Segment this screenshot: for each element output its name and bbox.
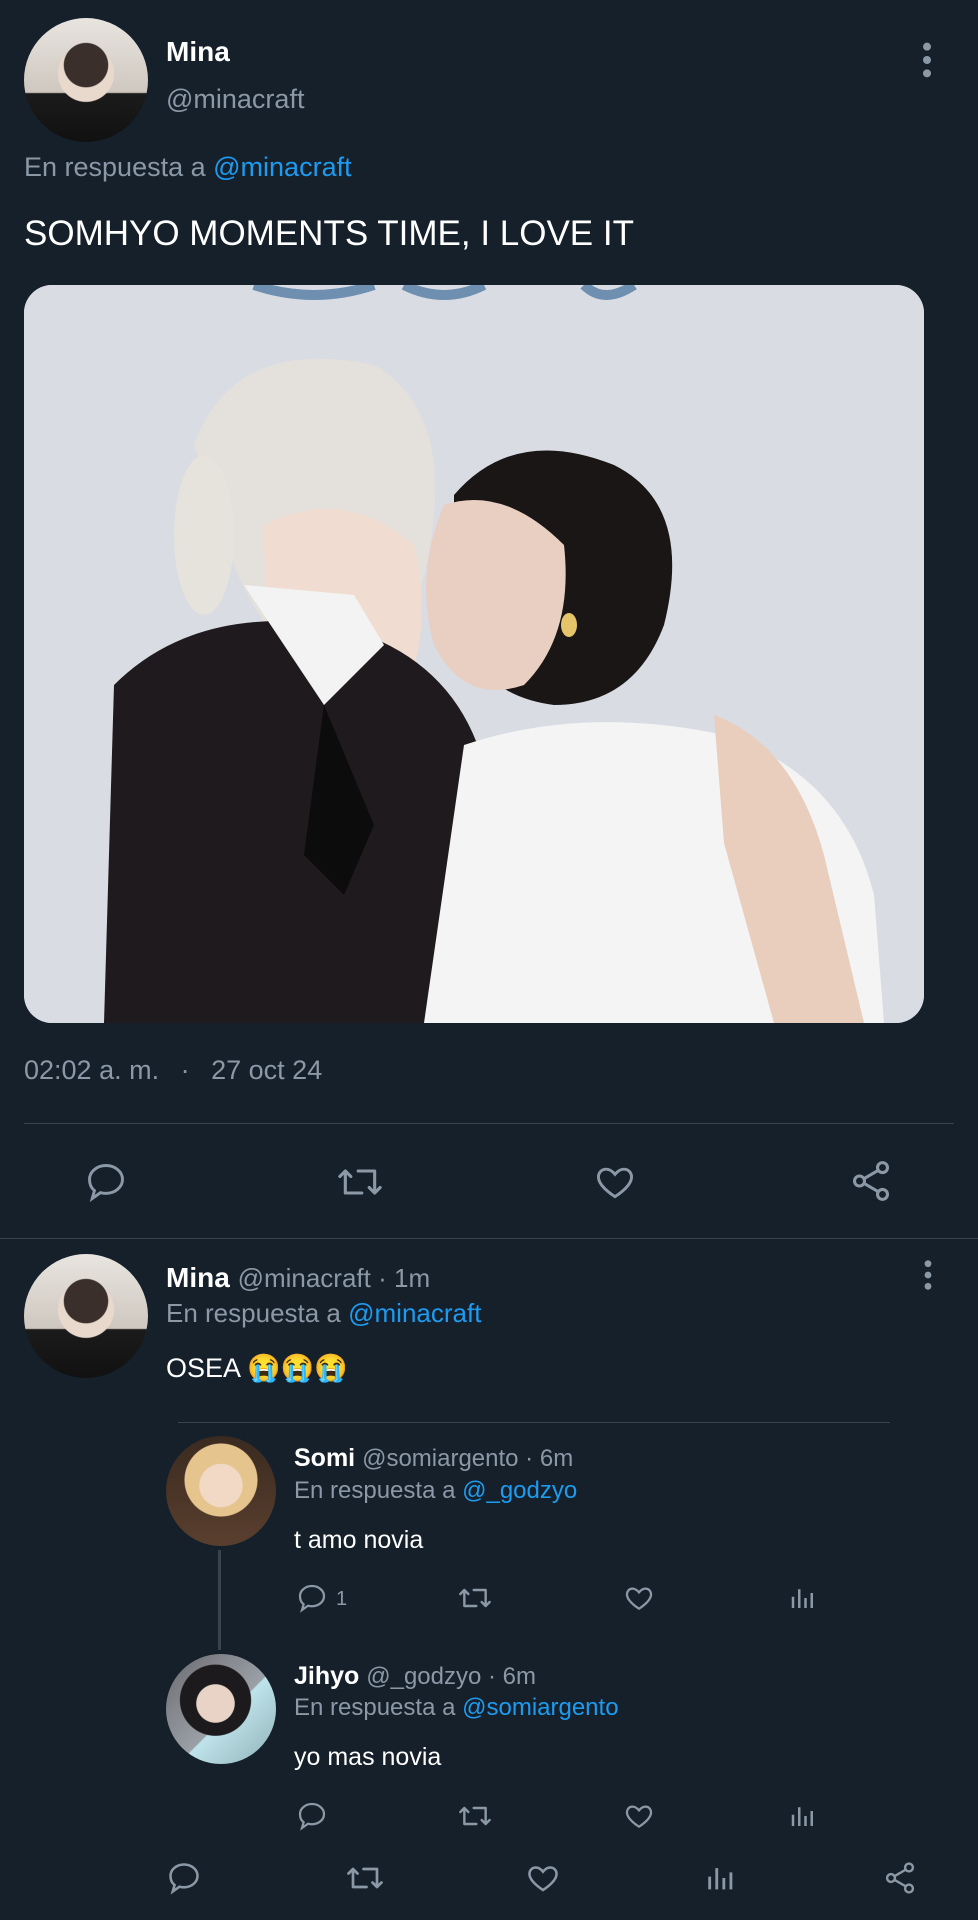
- thread-author-name[interactable]: Jihyo: [294, 1662, 359, 1690]
- divider: [24, 1123, 954, 1124]
- reply-reply-icon[interactable]: [166, 1860, 202, 1896]
- reply-author-avatar[interactable]: [24, 1254, 148, 1378]
- thread-reply-icon[interactable]: [296, 1800, 328, 1832]
- tweet-photo[interactable]: [24, 285, 924, 1023]
- tweet-time: 02:02 a. m.: [24, 1055, 160, 1085]
- reply-views-icon[interactable]: [704, 1860, 738, 1896]
- thread-reply-icon[interactable]: [296, 1582, 328, 1614]
- reply-to-link[interactable]: @_godzyo: [462, 1477, 577, 1504]
- reply-like-icon[interactable]: [524, 1860, 562, 1896]
- more-options-icon[interactable]: [912, 40, 942, 80]
- thread-author-handle[interactable]: @somiargento · 6m: [362, 1445, 573, 1472]
- reply-prefix: En respuesta a: [294, 1477, 456, 1504]
- reply-author-handle[interactable]: @minacraft · 1m: [238, 1263, 431, 1293]
- tweet-timestamp: 02:02 a. m. · 27 oct 24: [24, 1055, 322, 1086]
- thread-text-1: t amo novia: [294, 1526, 424, 1554]
- reply-to-link[interactable]: @somiargento: [462, 1694, 618, 1721]
- section-divider: [0, 1238, 978, 1239]
- reply-prefix: En respuesta a: [294, 1694, 456, 1721]
- tweet-date: 27 oct 24: [211, 1055, 323, 1085]
- reply-author-name[interactable]: Mina: [166, 1262, 230, 1293]
- photo-illustration: [24, 285, 924, 1023]
- thread-retweet-icon[interactable]: [456, 1800, 494, 1832]
- thread-views-icon[interactable]: [788, 1582, 818, 1614]
- reply-retweet-icon[interactable]: [344, 1860, 386, 1896]
- thread-avatar-jihyo[interactable]: [166, 1654, 276, 1764]
- thread-reply-count: 1: [336, 1588, 348, 1610]
- reply-text: OSEA 😭😭😭: [166, 1353, 348, 1383]
- thread-like-icon[interactable]: [622, 1582, 656, 1614]
- thread-connector-line: [218, 1550, 221, 1650]
- author-avatar[interactable]: [24, 18, 148, 142]
- reply-context: En respuesta a @minacraft: [166, 1298, 481, 1329]
- thread-avatar-somi[interactable]: [166, 1436, 276, 1546]
- thread-text-2: yo mas novia: [294, 1743, 442, 1771]
- author-handle[interactable]: @minacraft: [166, 84, 304, 115]
- author-name[interactable]: Mina: [166, 36, 230, 68]
- reply-prefix: En respuesta a: [166, 1298, 341, 1328]
- reply-author-line: Mina @minacraft · 1m: [166, 1262, 430, 1294]
- thread-reply-context-2: En respuesta a @somiargento: [294, 1694, 619, 1722]
- like-icon[interactable]: [592, 1160, 638, 1204]
- thread-views-icon[interactable]: [788, 1800, 818, 1832]
- reply-more-options-icon[interactable]: [918, 1258, 938, 1292]
- thread-author-name[interactable]: Somi: [294, 1444, 355, 1472]
- timestamp-separator: ·: [180, 1055, 190, 1085]
- thread-reply-context-1: En respuesta a @_godzyo: [294, 1477, 577, 1505]
- screenshot-divider: [178, 1422, 890, 1423]
- reply-to-link[interactable]: @minacraft: [348, 1298, 481, 1328]
- tweet-text: SOMHYO MOMENTS TIME, I LOVE IT: [24, 214, 634, 253]
- reply-icon[interactable]: [84, 1160, 128, 1204]
- share-icon[interactable]: [848, 1158, 894, 1204]
- thread-author-line-2: Jihyo @_godzyo · 6m: [294, 1662, 536, 1691]
- thread-like-icon[interactable]: [622, 1800, 656, 1832]
- reply-context: En respuesta a @minacraft: [24, 152, 352, 183]
- thread-retweet-icon[interactable]: [456, 1582, 494, 1614]
- retweet-icon[interactable]: [334, 1160, 386, 1204]
- reply-to-link[interactable]: @minacraft: [213, 152, 351, 182]
- reply-prefix: En respuesta a: [24, 152, 206, 182]
- thread-author-handle[interactable]: @_godzyo · 6m: [366, 1663, 536, 1690]
- thread-author-line-1: Somi @somiargento · 6m: [294, 1444, 573, 1473]
- reply-share-icon[interactable]: [882, 1860, 918, 1896]
